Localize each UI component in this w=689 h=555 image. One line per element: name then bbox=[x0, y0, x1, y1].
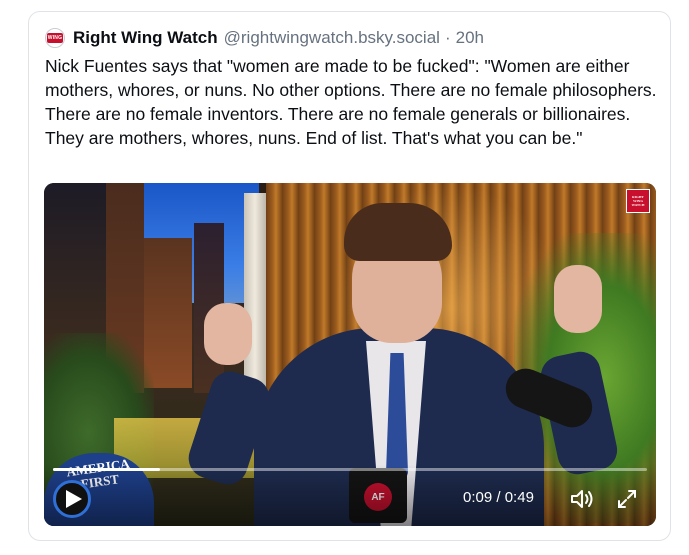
post-card[interactable]: WING Right Wing Watch @rightwingwatch.bs… bbox=[28, 11, 671, 541]
post-timestamp[interactable]: 20h bbox=[456, 28, 484, 48]
play-icon bbox=[65, 490, 82, 508]
author-name[interactable]: Right Wing Watch bbox=[73, 28, 218, 48]
avatar-logo: WING bbox=[47, 33, 63, 43]
current-time: 0:09 bbox=[463, 489, 493, 506]
watermark-logo: RIGHT WING WATCH bbox=[626, 189, 650, 213]
header-separator: · bbox=[444, 28, 451, 47]
video-player[interactable]: AF AMERICA FIRST RIGHT WING WATCH 0:09 /… bbox=[44, 183, 656, 526]
speaker-hair bbox=[344, 203, 452, 261]
timecode: 0:09 / 0:49 bbox=[463, 489, 534, 506]
post-header: WING Right Wing Watch @rightwingwatch.bs… bbox=[45, 26, 484, 50]
progress-bar[interactable] bbox=[53, 468, 647, 471]
progress-fill bbox=[53, 468, 160, 471]
author-handle[interactable]: @rightwingwatch.bsky.social bbox=[224, 28, 440, 48]
duration: 0:49 bbox=[504, 489, 534, 506]
volume-icon bbox=[571, 490, 593, 508]
controls-gradient bbox=[44, 464, 656, 526]
fullscreen-button[interactable] bbox=[617, 489, 637, 509]
volume-button[interactable] bbox=[570, 488, 594, 510]
speaker-hand bbox=[204, 303, 252, 365]
play-button[interactable] bbox=[53, 480, 91, 518]
author-avatar[interactable]: WING bbox=[45, 28, 65, 48]
post-text: Nick Fuentes says that "women are made t… bbox=[45, 56, 657, 148]
time-separator: / bbox=[492, 489, 505, 506]
fullscreen-icon bbox=[618, 490, 636, 508]
speaker-hand bbox=[554, 265, 602, 333]
